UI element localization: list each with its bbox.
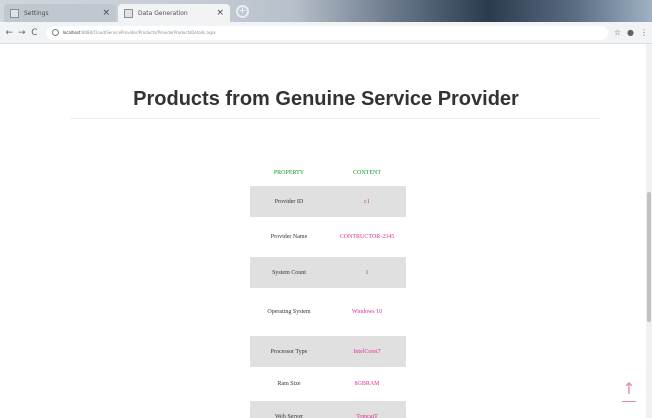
close-icon[interactable]: × [216,8,224,18]
row-property: System Count [250,257,328,288]
browser-tab-active[interactable]: Data Generation × [118,4,230,22]
table-row: System Count 1 [250,257,406,288]
browser-tab-settings[interactable]: Settings × [4,4,116,22]
title-divider [70,118,600,119]
browser-tab-bar: Settings × Data Generation × + [0,0,652,22]
table-row: Web Server TomcatT [250,401,406,418]
address-host: localhost [62,30,81,35]
row-property: Ram Size [277,381,301,387]
address-path: :8080/Cloud/ServiceProvider/Products/Pro… [80,30,216,35]
row-value: Windows 10 [351,309,383,315]
table-row: Ram Size 8GBRAM [250,367,406,401]
row-value: 1 [328,257,406,288]
new-tab-icon[interactable]: + [236,5,249,18]
header-property: PROPERTY [273,170,305,176]
table-row: Provider ID c1 [250,186,406,217]
back-to-top-icon[interactable]: ↑ [621,380,637,404]
tab-title: Data Generation [138,9,188,17]
browser-menu-icon[interactable]: ⋮ [640,28,648,37]
browser-toolbar: ← → C localhost:8080/Cloud/ServiceProvid… [0,22,652,44]
row-property: Processor Type [250,336,328,367]
address-bar[interactable]: localhost:8080/Cloud/ServiceProvider/Pro… [45,25,608,40]
bookmark-star-icon[interactable]: ☆ [614,28,621,37]
profile-icon[interactable]: ● [627,28,634,37]
reload-icon[interactable]: C [29,28,40,38]
header-content: CONTENT [353,170,381,176]
page-title: Products from Genuine Service Provider [133,88,519,110]
address-url: localhost:8080/Cloud/ServiceProvider/Pro… [63,30,216,35]
scrollbar-thumb[interactable] [647,192,651,322]
row-value: IntelCorei7 [328,336,406,367]
row-property: Web Server [250,401,328,418]
info-icon[interactable] [51,29,59,36]
table-row: Processor Type IntelCorei7 [250,336,406,367]
row-property: Provider Name [270,234,308,240]
page-favicon-icon [10,8,19,18]
row-value: CONTRUCTOR-2345 [339,234,395,240]
table-header-row: PROPERTY CONTENT [250,160,406,186]
product-details-table: PROPERTY CONTENT Provider ID c1 Provider… [250,160,406,418]
back-arrow-icon[interactable]: ← [4,28,15,38]
page-favicon-icon [124,8,133,18]
row-property: Provider ID [250,186,328,217]
close-icon[interactable]: × [102,8,110,18]
row-property: Operating System [267,309,311,315]
table-row: Operating System Windows 10 [250,288,406,336]
row-value: 8GBRAM [354,381,380,387]
tab-title: Settings [24,9,49,17]
forward-arrow-icon[interactable]: → [17,28,28,38]
row-value: TomcatT [328,401,406,418]
table-row: Provider Name CONTRUCTOR-2345 [250,217,406,257]
row-value: c1 [328,186,406,217]
